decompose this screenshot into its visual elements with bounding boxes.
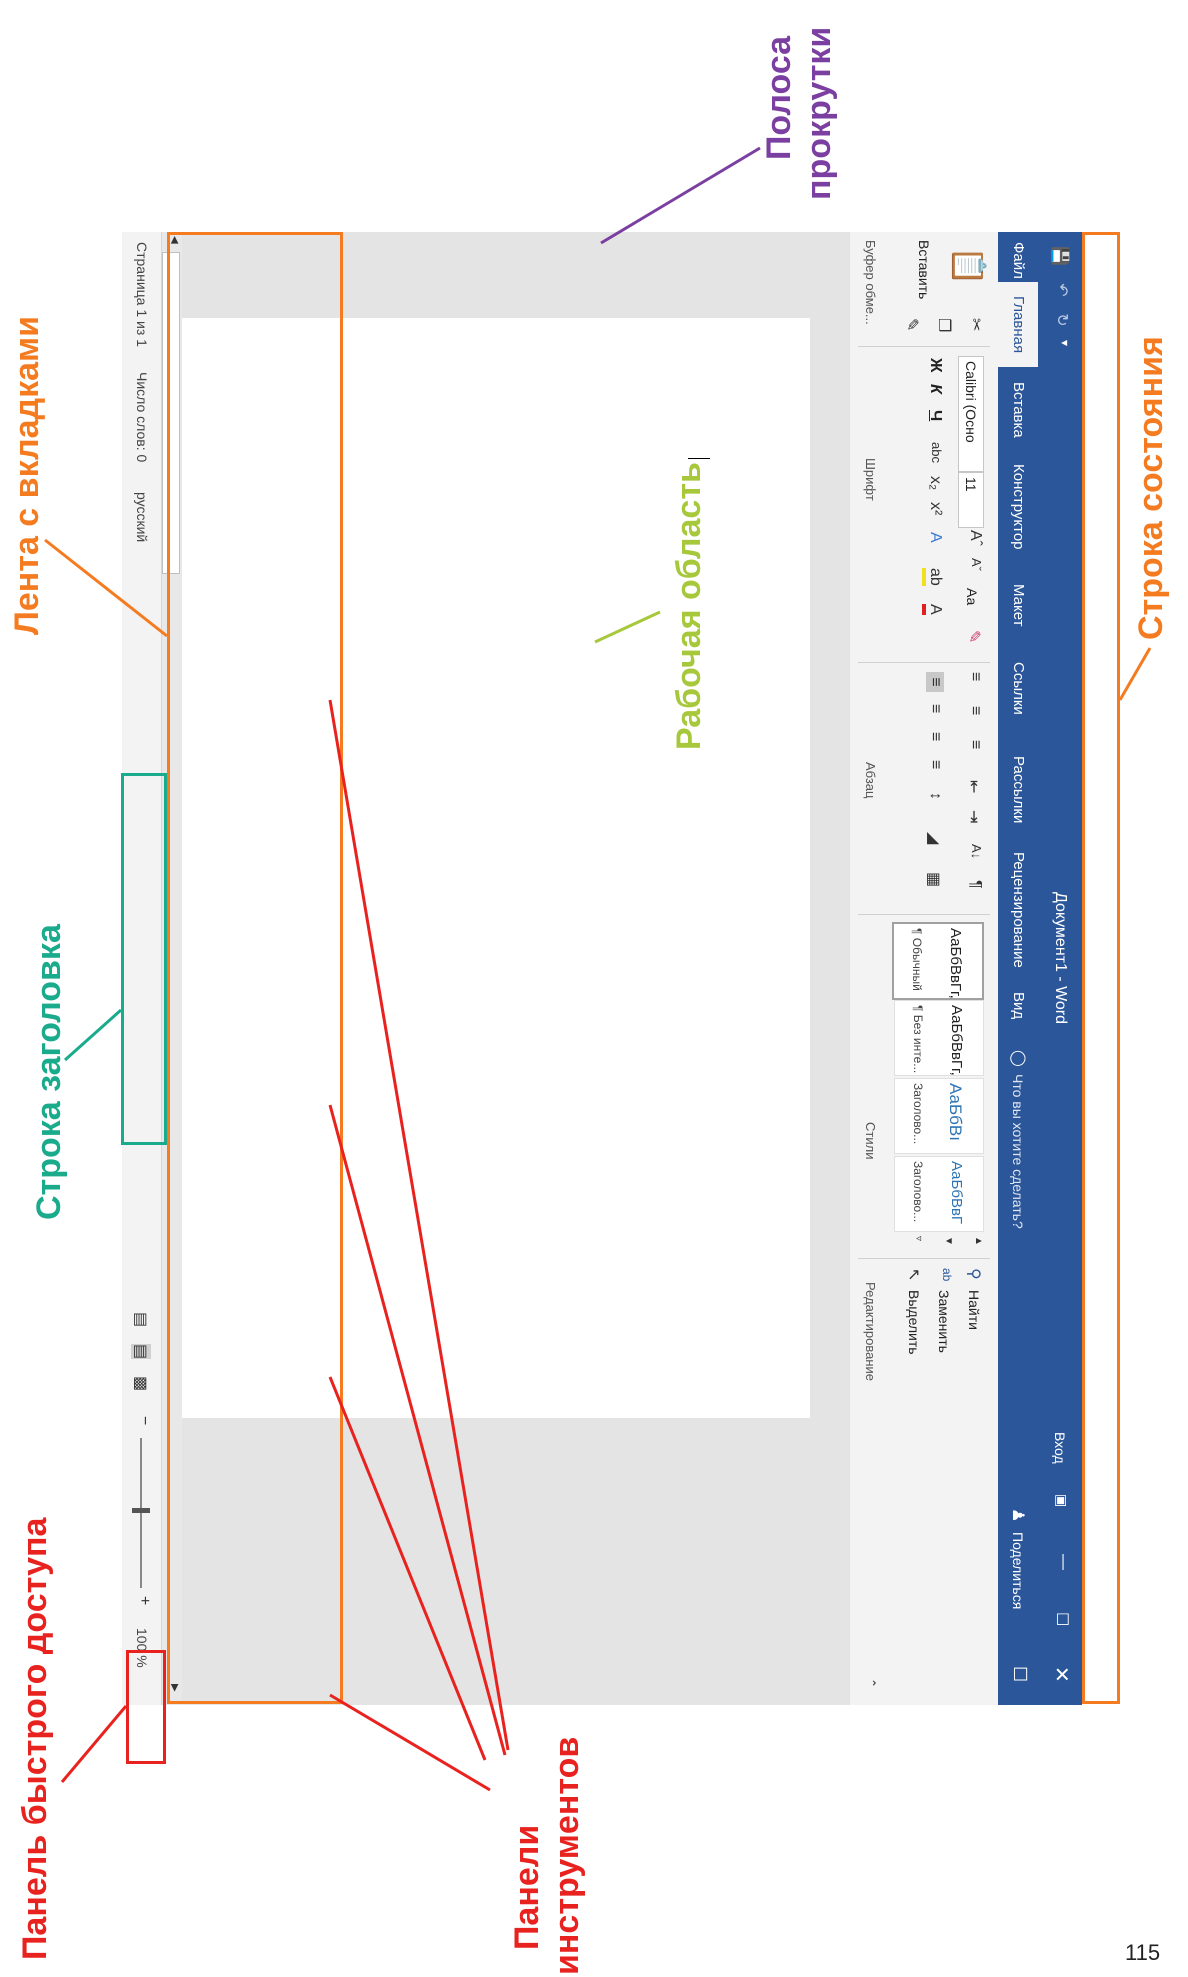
page-number: 115 <box>1125 1940 1161 1965</box>
scrollbar-annotation-line1: Полоса <box>760 35 798 160</box>
status-bar-annotation: Строка состояния <box>1132 336 1170 640</box>
toolbars-annotation-line1: Панели <box>508 1824 546 1950</box>
scrollbar-pointer <box>600 146 761 245</box>
work-area-pointer <box>594 610 661 644</box>
scrollbar-annotation-line2: прокрутки <box>800 26 838 200</box>
toolbar-pointer-paragraph <box>328 1104 507 1756</box>
quick-access-pointer <box>60 1705 128 1783</box>
title-bar-pointer <box>64 1008 122 1062</box>
ribbon-pointer <box>44 538 168 638</box>
toolbars-annotation-line2: инструментов <box>548 1736 586 1975</box>
ribbon-annotation: Лента с вкладками <box>8 315 46 635</box>
annotation-lines <box>44 146 1152 1792</box>
toolbar-pointer-styles <box>328 699 510 1751</box>
toolbar-pointer-font <box>328 1376 487 1761</box>
title-bar-annotation: Строка заголовка <box>30 924 68 1220</box>
work-area-annotation: Рабочая область <box>670 462 708 750</box>
status-bar-pointer <box>1118 647 1152 701</box>
quick-access-annotation: Панель быстрого доступа <box>16 1517 54 1960</box>
